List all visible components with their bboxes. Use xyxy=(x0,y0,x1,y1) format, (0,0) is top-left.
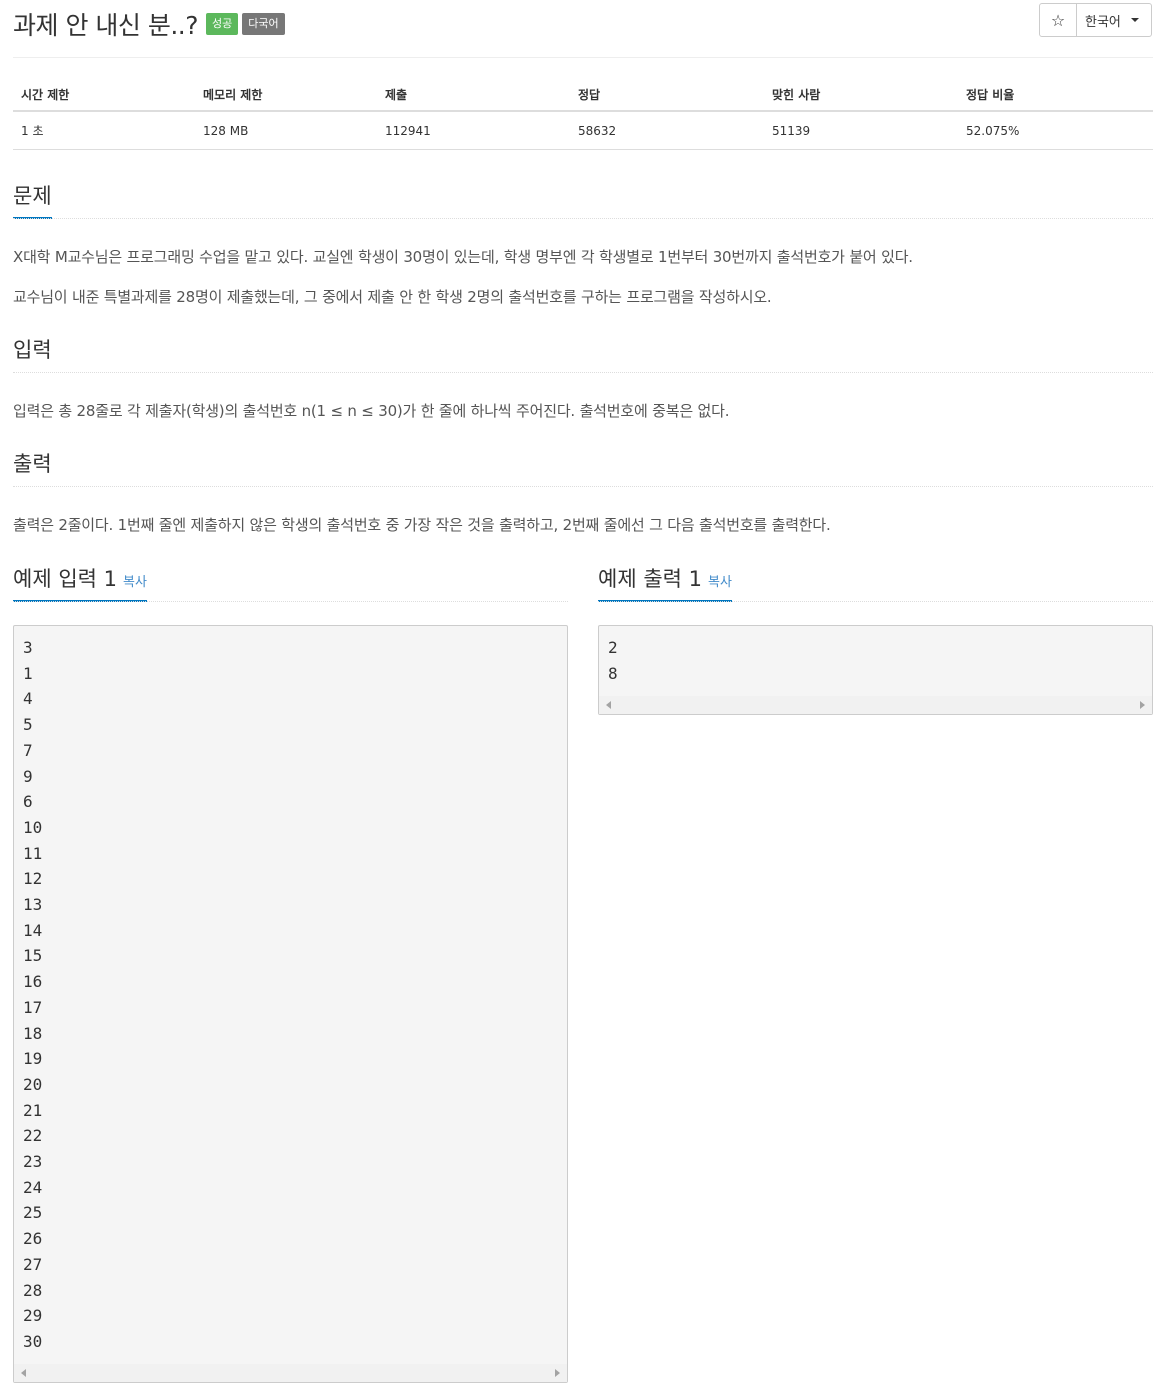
section-title-problem: 문제 xyxy=(13,180,52,219)
header-submissions: 제출 xyxy=(377,80,570,112)
header-accepted: 정답 xyxy=(570,80,764,112)
value-submissions: 112941 xyxy=(377,111,570,150)
scroll-right-icon[interactable] xyxy=(555,1369,560,1377)
sample-input-title: 예제 입력 1 xyxy=(13,567,117,591)
header-memory-limit: 메모리 제한 xyxy=(195,80,377,112)
header-ratio: 정답 비율 xyxy=(958,80,1153,112)
star-button[interactable]: ☆ xyxy=(1039,3,1077,37)
sample-output-heading: 예제 출력 1 복사 xyxy=(598,563,1153,602)
value-time-limit: 1 초 xyxy=(13,111,195,150)
sample-input-box: 3 1 4 5 7 9 6 10 11 12 13 14 15 16 17 18… xyxy=(13,625,568,1383)
value-ratio: 52.075% xyxy=(958,111,1153,150)
value-memory-limit: 128 MB xyxy=(195,111,377,150)
language-label: 한국어 xyxy=(1085,14,1121,30)
header-time-limit: 시간 제한 xyxy=(13,80,195,112)
problem-section-heading: 문제 xyxy=(13,180,1153,219)
caret-down-icon xyxy=(1130,18,1139,22)
section-title-input: 입력 xyxy=(13,338,52,362)
scroll-left-icon[interactable] xyxy=(21,1369,26,1377)
input-description: 입력은 총 28줄로 각 제출자(학생)의 출석번호 n(1 ≤ n ≤ 30)… xyxy=(13,402,730,420)
page-title: 과제 안 내신 분..? xyxy=(13,11,199,40)
sample-input-heading: 예제 입력 1 복사 xyxy=(13,563,568,602)
section-title-output: 출력 xyxy=(13,452,52,476)
scroll-right-icon[interactable] xyxy=(1140,701,1145,709)
problem-actions: ☆ 한국어 xyxy=(1039,3,1152,37)
scroll-left-icon[interactable] xyxy=(606,701,611,709)
sample-output-title: 예제 출력 1 xyxy=(598,567,702,591)
input-section-heading: 입력 xyxy=(13,334,1153,373)
star-icon: ☆ xyxy=(1050,10,1066,30)
problem-paragraph-1: X대학 M교수님은 프로그래밍 수업을 맡고 있다. 교실엔 학생이 30명이 … xyxy=(13,248,913,266)
status-badge-success: 성공 xyxy=(206,13,239,35)
value-solvers: 51139 xyxy=(764,111,958,150)
table-row: 1 초 128 MB 112941 58632 51139 52.075% xyxy=(13,111,1153,150)
output-description: 출력은 2줄이다. 1번째 줄엔 제출하지 않은 학생의 출석번호 중 가장 작… xyxy=(13,516,831,534)
copy-sample-input-link[interactable]: 복사 xyxy=(123,575,147,590)
status-badge-multilang: 다국어 xyxy=(242,13,285,35)
sample-input-content: 3 1 4 5 7 9 6 10 11 12 13 14 15 16 17 18… xyxy=(23,638,43,1351)
problem-info-table: 시간 제한 메모리 제한 제출 정답 맞힌 사람 정답 비율 1 초 128 M… xyxy=(13,80,1153,150)
table-header-row: 시간 제한 메모리 제한 제출 정답 맞힌 사람 정답 비율 xyxy=(13,80,1153,112)
value-accepted: 58632 xyxy=(570,111,764,150)
output-section-heading: 출력 xyxy=(13,448,1153,487)
horizontal-scrollbar[interactable] xyxy=(599,696,1152,714)
title-divider xyxy=(13,57,1153,58)
header-solvers: 맞힌 사람 xyxy=(764,80,958,112)
sample-output-box: 2 8 xyxy=(598,625,1153,715)
problem-header: 과제 안 내신 분..? 성공 다국어 xyxy=(13,6,285,42)
problem-paragraph-2: 교수님이 내준 특별과제를 28명이 제출했는데, 그 중에서 제출 안 한 학… xyxy=(13,288,772,306)
language-dropdown[interactable]: 한국어 xyxy=(1076,3,1152,37)
copy-sample-output-link[interactable]: 복사 xyxy=(708,575,732,590)
horizontal-scrollbar[interactable] xyxy=(14,1364,567,1382)
sample-output-content: 2 8 xyxy=(608,638,618,683)
